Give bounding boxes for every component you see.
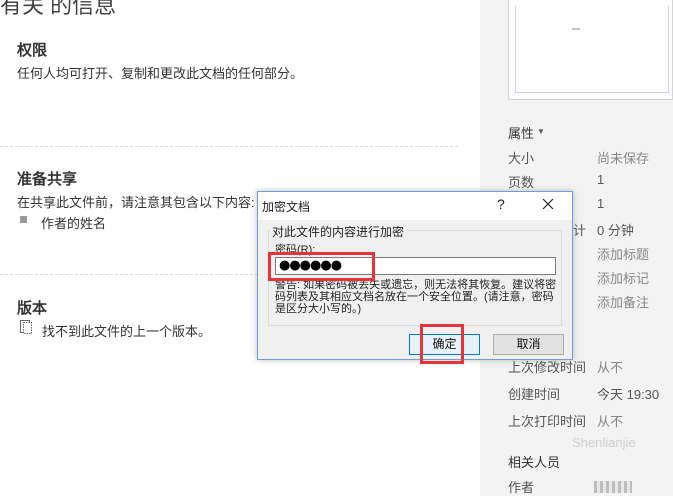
prop-value-created: 今天 19:30 bbox=[597, 387, 660, 402]
document-thumbnail[interactable] bbox=[508, 0, 673, 100]
prop-value-last-printed: 从不 bbox=[597, 414, 624, 429]
divider bbox=[0, 146, 458, 147]
author-name-item: 作者的姓名 bbox=[41, 216, 107, 231]
versions-title: 版本 bbox=[17, 300, 48, 317]
prop-label-last-printed: 上次打印时间 bbox=[508, 414, 587, 429]
bullet-icon bbox=[20, 216, 27, 223]
page-heading: 有关 的信息 bbox=[0, 0, 117, 18]
prop-value-title[interactable]: 添加标题 bbox=[597, 244, 649, 263]
prop-value-size: 尚未保存 bbox=[597, 151, 650, 166]
close-icon[interactable] bbox=[539, 195, 557, 213]
prop-value-last-modified: 从不 bbox=[597, 360, 624, 375]
permissions-description: 任何人均可打开、复制和更改此文档的任何部分。 bbox=[17, 66, 304, 81]
prop-value-words: 1 bbox=[597, 196, 605, 211]
group-label: 对此文件的内容进行加密 bbox=[270, 223, 407, 240]
prop-value-pages: 1 bbox=[597, 172, 605, 187]
dialog-titlebar[interactable]: 加密文档 ? bbox=[258, 192, 572, 220]
warning-text: 警告: 如果密码被丢失或遗忘，则无法将其恢复。建议将密码列表及其相应文档名放在一… bbox=[275, 279, 557, 315]
prop-value-tags[interactable]: 添加标记 bbox=[597, 268, 649, 287]
prop-label-pages: 页数 bbox=[508, 175, 535, 190]
ok-button-highlight bbox=[420, 324, 464, 364]
properties-title[interactable]: 属性 bbox=[508, 123, 534, 142]
caret-down-icon[interactable]: ▼ bbox=[537, 127, 545, 136]
prop-label-created: 创建时间 bbox=[508, 387, 561, 402]
prop-label-size: 大小 bbox=[508, 151, 535, 166]
dialog-title: 加密文档 bbox=[262, 200, 311, 214]
cancel-button[interactable]: 取消 bbox=[493, 334, 564, 355]
author-label: 作者 bbox=[508, 480, 535, 495]
prepare-share-title: 准备共享 bbox=[17, 171, 78, 188]
watermark: Shenlianjie bbox=[572, 435, 636, 450]
prop-value-edit-time: 0 分钟 bbox=[597, 223, 634, 238]
version-document-icon bbox=[19, 319, 33, 335]
versions-description: 找不到此文件的上一个版本。 bbox=[42, 324, 212, 339]
password-highlight bbox=[268, 252, 375, 281]
author-avatar-blurred bbox=[594, 481, 632, 493]
prop-value-comments[interactable]: 添加备注 bbox=[597, 292, 649, 311]
related-people-title: 相关人员 bbox=[508, 455, 561, 470]
prepare-share-description: 在共享此文件前，请注意其包含以下内容: bbox=[17, 195, 255, 210]
help-icon[interactable]: ? bbox=[497, 196, 505, 212]
permissions-title: 权限 bbox=[17, 42, 48, 59]
divider bbox=[0, 274, 258, 275]
